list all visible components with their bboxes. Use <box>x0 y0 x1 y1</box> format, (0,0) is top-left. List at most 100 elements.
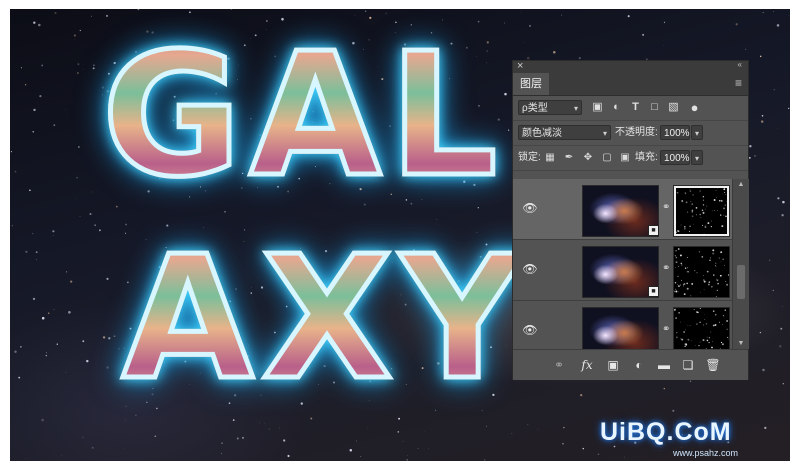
layer-row[interactable]: 👁 ⚭ <box>513 301 732 349</box>
visibility-eye-icon[interactable]: 👁 <box>522 322 538 338</box>
mask-link-icon[interactable]: ⚭ <box>662 263 670 274</box>
layer-mask-thumbnail[interactable] <box>673 185 730 237</box>
mask-speck <box>699 341 701 343</box>
new-adjustment-icon[interactable]: ◐ <box>631 357 647 373</box>
lock-position-icon[interactable]: ✥ <box>582 151 594 164</box>
layer-list-scrollbar[interactable]: ▲ ▼ <box>732 179 749 349</box>
visibility-eye-icon[interactable]: 👁 <box>522 261 538 277</box>
delete-layer-icon[interactable]: 🗑 <box>705 357 721 373</box>
star <box>35 259 37 260</box>
layer-mask-thumbnail[interactable] <box>673 246 730 298</box>
mask-speck <box>727 336 729 338</box>
mask-speck <box>713 209 715 211</box>
star <box>33 21 36 24</box>
mask-speck <box>716 289 718 291</box>
star <box>35 251 38 253</box>
fill-dropdown-icon[interactable]: ▾ <box>691 150 703 165</box>
panel-menu-icon[interactable]: ≡ <box>735 77 742 89</box>
star <box>137 9 140 11</box>
mask-speck <box>675 222 677 224</box>
lock-all-icon[interactable]: ▣ <box>619 151 631 164</box>
star <box>582 447 585 450</box>
mask-speck <box>684 228 686 230</box>
mask-speck <box>725 280 727 282</box>
lock-paint-icon[interactable]: ✒ <box>563 151 575 164</box>
close-panel-icon[interactable]: × <box>517 59 523 73</box>
star <box>748 156 751 159</box>
mask-speck <box>675 261 678 264</box>
mask-speck <box>684 345 686 348</box>
mask-speck <box>724 264 725 266</box>
star <box>385 12 387 14</box>
tab-layers[interactable]: 图层 <box>513 73 549 95</box>
link-layers-icon[interactable]: ⚭ <box>551 357 567 373</box>
lock-transparent-icon[interactable]: ▦ <box>544 151 556 164</box>
add-mask-icon[interactable]: ▣ <box>605 357 621 373</box>
mask-link-icon[interactable]: ⚭ <box>662 202 670 213</box>
star <box>91 446 94 449</box>
filter-kind-select[interactable]: ρ类型 ▾ <box>518 100 582 115</box>
layer-row[interactable]: 👁 ■ ⚭ <box>513 240 732 301</box>
scrollbar-thumb[interactable] <box>737 265 745 299</box>
mask-speckles <box>674 308 729 349</box>
blend-mode-select[interactable]: 颜色减淡 ▾ <box>518 125 611 140</box>
mask-speck <box>708 281 710 283</box>
mask-speck <box>677 275 679 278</box>
fx-icon[interactable]: fx <box>579 357 595 373</box>
star <box>10 151 12 153</box>
mask-speck <box>691 203 694 206</box>
shape-filter-icon[interactable]: □ <box>648 101 661 114</box>
mask-speck <box>712 210 713 212</box>
star <box>41 418 44 422</box>
mask-speck <box>698 344 700 347</box>
new-layer-icon[interactable]: ❏ <box>680 357 696 373</box>
mask-speck <box>675 288 677 290</box>
mask-speck <box>675 250 677 252</box>
mask-speck <box>695 207 698 209</box>
adjustment-filter-icon[interactable]: ◐ <box>610 101 623 114</box>
mask-speck <box>675 336 678 339</box>
star <box>762 11 764 14</box>
mask-speck <box>704 318 706 321</box>
filter-toggle-icon[interactable]: ● <box>688 101 701 114</box>
layer-mask-thumbnail[interactable] <box>673 307 730 349</box>
mask-speck <box>710 225 713 228</box>
collapse-panel-icon[interactable]: « <box>738 60 742 69</box>
mask-speck <box>710 331 712 333</box>
opacity-label: 不透明度: <box>615 127 658 138</box>
mask-speck <box>686 287 689 290</box>
mask-link-icon[interactable]: ⚭ <box>662 324 670 335</box>
new-group-icon[interactable]: ▬ <box>656 357 672 373</box>
type-filter-icon[interactable]: T <box>629 101 642 114</box>
fill-input[interactable]: 100% <box>660 150 690 165</box>
star <box>356 440 357 442</box>
smart-object-filter-icon[interactable]: ▧ <box>667 101 680 114</box>
lock-artboard-icon[interactable]: ▢ <box>601 151 613 164</box>
star <box>508 129 510 131</box>
visibility-eye-icon[interactable]: 👁 <box>522 200 538 216</box>
mask-speck <box>683 283 686 285</box>
mask-speck <box>706 270 709 273</box>
star <box>773 89 775 91</box>
opacity-dropdown-icon[interactable]: ▾ <box>691 125 703 140</box>
star <box>287 454 290 458</box>
mask-speck <box>717 210 718 211</box>
star <box>663 387 666 390</box>
mask-speck <box>678 312 680 314</box>
opacity-input[interactable]: 100% <box>660 125 690 140</box>
mask-speck <box>675 290 678 293</box>
filter-row: ρ类型 ▾ ▣ ◐ T □ ▧ ● <box>513 96 748 121</box>
star <box>761 115 764 117</box>
mask-speck <box>712 249 715 252</box>
star <box>41 316 45 320</box>
mask-speck <box>720 199 723 202</box>
layer-row[interactable]: 👁 ■ ⚭ <box>513 179 732 240</box>
star <box>79 216 81 218</box>
mask-speck <box>703 289 705 290</box>
mask-speck <box>674 281 677 284</box>
mask-speck <box>676 234 678 236</box>
star <box>349 449 353 452</box>
image-filter-icon[interactable]: ▣ <box>591 101 604 114</box>
scroll-down-icon[interactable]: ▼ <box>733 338 749 349</box>
scroll-up-icon[interactable]: ▲ <box>733 179 749 190</box>
